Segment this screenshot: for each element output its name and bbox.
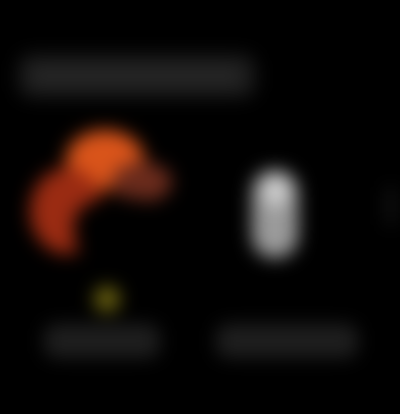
next-tile-edge[interactable]: [386, 186, 396, 226]
blurred-content: [0, 0, 400, 414]
album-art-center: [74, 198, 166, 262]
album-art-glow-secondary: [112, 162, 172, 202]
status-badge: [94, 286, 120, 312]
tile-right-label[interactable]: [216, 324, 358, 358]
blurred-screen: [0, 0, 400, 414]
header-title-placeholder: [30, 66, 242, 86]
tile-left-label[interactable]: [44, 324, 160, 358]
person-figure-head: [262, 176, 290, 206]
